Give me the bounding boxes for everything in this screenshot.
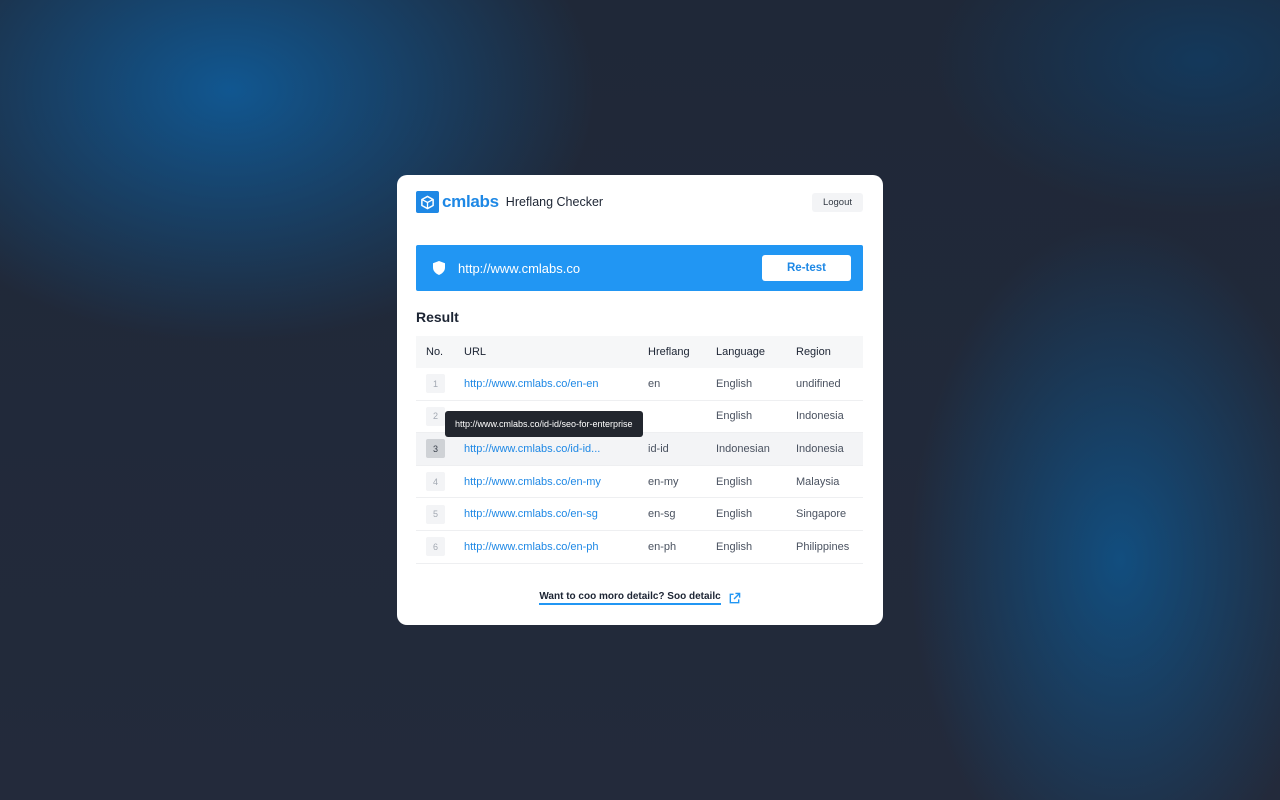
retest-button[interactable]: Re-test: [762, 255, 851, 281]
column-header-region: Region: [796, 346, 831, 358]
row-url-link[interactable]: http://www.cmlabs.co/en-sg: [464, 508, 598, 520]
checked-url: http://www.cmlabs.co: [458, 260, 581, 276]
table-row: 6 http://www.cmlabs.co/en-ph en-ph Engli…: [416, 531, 863, 564]
external-link-icon[interactable]: [728, 592, 741, 605]
row-language: Indonesian: [716, 442, 770, 455]
row-url-link[interactable]: http://www.cmlabs.co/id-id...: [464, 443, 600, 455]
row-number: 1: [426, 374, 445, 394]
app-title: Hreflang Checker: [505, 195, 604, 209]
row-url-link[interactable]: http://www.cmlabs.co/en-en: [464, 378, 599, 390]
row-hreflang: en-my: [648, 475, 679, 488]
row-url-link[interactable]: http://www.cmlabs.co/en-ph: [464, 541, 599, 553]
logout-button[interactable]: Logout: [811, 192, 863, 212]
column-header-no: No.: [426, 346, 444, 358]
row-language: English: [716, 540, 753, 553]
row-language: English: [716, 508, 753, 521]
row-hreflang: id-id: [648, 442, 669, 455]
column-header-hreflang: Hreflang: [648, 346, 690, 358]
row-url-link[interactable]: http://www.cmlabs.co/en-my: [464, 476, 601, 488]
row-hreflang: en: [648, 377, 661, 390]
row-number: 5: [426, 504, 445, 524]
checked-url-bar: http://www.cmlabs.co Re-test: [416, 245, 863, 291]
header: cmlabs Hreflang Checker Logout: [416, 191, 863, 213]
row-language: English: [716, 475, 753, 488]
row-number: 2: [426, 406, 445, 426]
see-details-link[interactable]: Want to coo moro detailc? Soo detailc: [539, 591, 721, 605]
row-hreflang: en-sg: [648, 508, 676, 521]
row-region: Malaysia: [796, 475, 840, 488]
cube-logo-icon: [416, 191, 439, 213]
row-region: Philippines: [796, 540, 850, 553]
shield-icon: [431, 260, 447, 276]
hreflang-checker-card: cmlabs Hreflang Checker Logout http://ww…: [397, 175, 883, 625]
result-table: No. URL Hreflang Language Region 1 http:…: [416, 336, 863, 564]
row-region: Singapore: [796, 508, 847, 521]
row-number: 3: [426, 439, 445, 459]
result-heading: Result: [416, 309, 459, 325]
url-tooltip: http://www.cmlabs.co/id-id/seo-for-enter…: [445, 411, 643, 437]
brand-name: cmlabs: [442, 192, 499, 211]
table-row: 4 http://www.cmlabs.co/en-my en-my Engli…: [416, 466, 863, 499]
column-header-url: URL: [464, 346, 487, 358]
column-header-language: Language: [716, 346, 765, 358]
table-row: 5 http://www.cmlabs.co/en-sg en-sg Engli…: [416, 498, 863, 531]
row-region: undifined: [796, 377, 841, 390]
table-row: 1 http://www.cmlabs.co/en-en en English …: [416, 368, 863, 401]
row-language: English: [716, 377, 753, 390]
row-hreflang: en-ph: [648, 540, 677, 553]
table-header: No. URL Hreflang Language Region: [416, 336, 863, 368]
row-region: Indonesia: [796, 410, 844, 423]
table-row-hovered: 3 http://www.cmlabs.co/id-id... id-id In…: [416, 433, 863, 466]
footer: Want to coo moro detailc? Soo detailc: [397, 591, 883, 605]
row-region: Indonesia: [796, 442, 844, 455]
row-number: 4: [426, 472, 445, 492]
row-language: English: [716, 410, 753, 423]
row-number: 6: [426, 537, 445, 557]
